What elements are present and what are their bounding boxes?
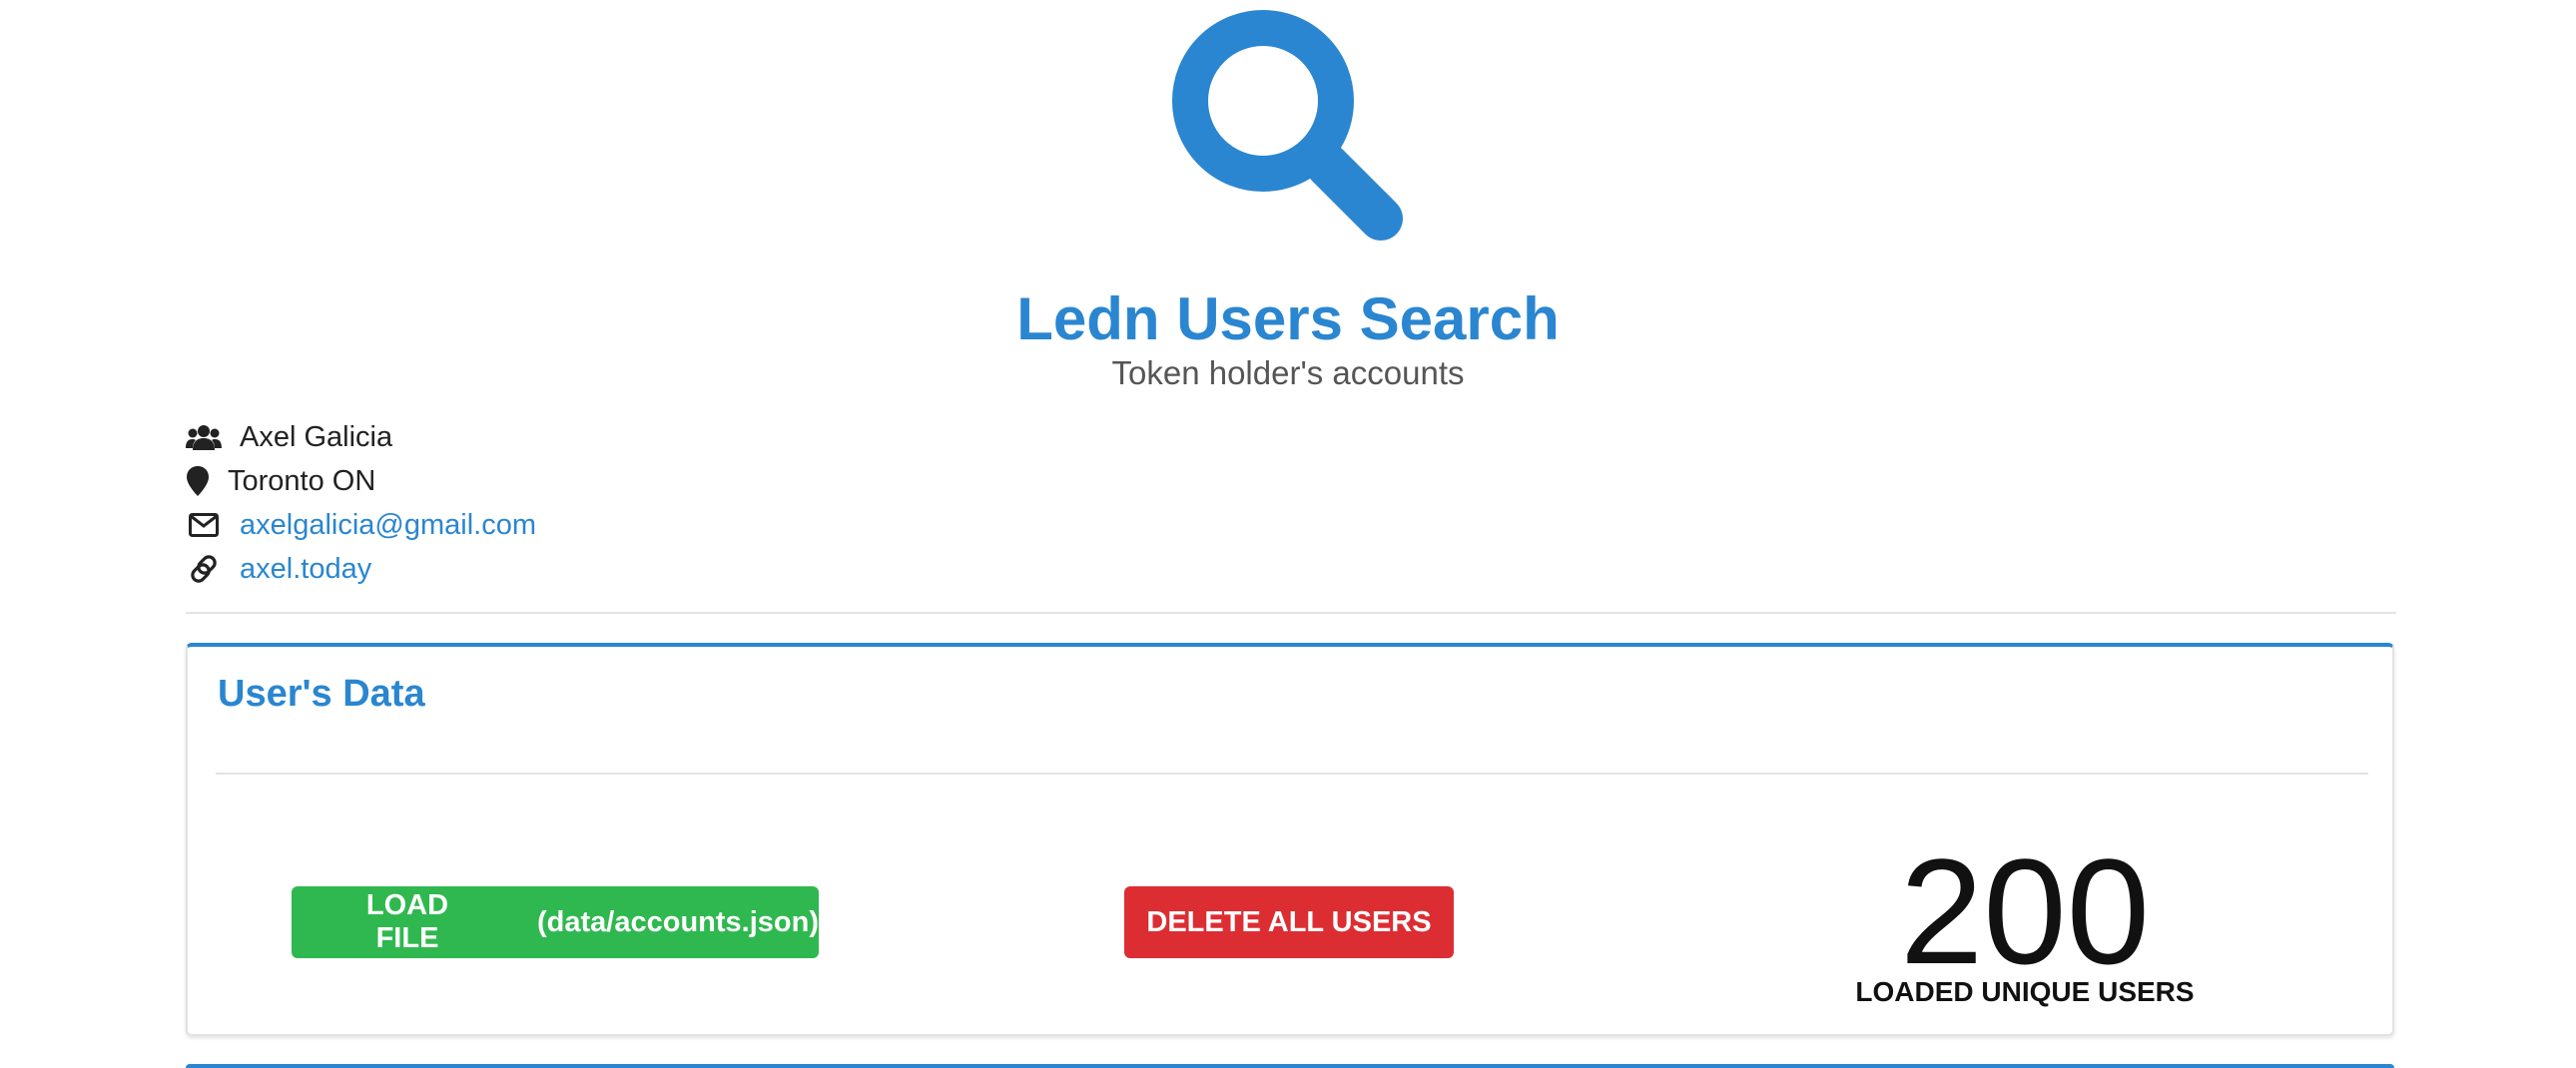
- load-file-button-path: (data/accounts.json): [537, 905, 819, 938]
- profile-location-row: Toronto ON: [186, 459, 536, 503]
- profile-email-row: axelgalicia@gmail.com: [186, 503, 536, 547]
- magnifier-icon: [1168, 6, 1408, 246]
- profile-website-row: axel.today: [186, 547, 536, 591]
- profile-location: Toronto ON: [228, 464, 376, 497]
- profile-email-link[interactable]: axelgalicia@gmail.com: [240, 509, 536, 542]
- load-file-button[interactable]: LOAD FILE (data/accounts.json): [292, 886, 819, 958]
- link-icon: [186, 554, 222, 584]
- users-icon: [186, 422, 222, 452]
- page-title: Ledn Users Search: [1016, 285, 1560, 352]
- page-subtitle: Token holder's accounts: [1111, 354, 1465, 391]
- loaded-users-count: 200: [1899, 827, 2151, 995]
- profile-website-link[interactable]: axel.today: [240, 553, 371, 586]
- section-divider: [186, 612, 2396, 614]
- card-divider: [216, 773, 2368, 775]
- delete-all-users-button[interactable]: DELETE ALL USERS: [1124, 886, 1454, 958]
- profile-name-row: Axel Galicia: [186, 415, 536, 459]
- envelope-icon: [186, 510, 222, 540]
- loaded-users-label: LOADED UNIQUE USERS: [1855, 976, 2195, 1007]
- page: Ledn Users Search Token holder's account…: [0, 0, 2576, 1068]
- users-data-card: User's Data LOAD FILE (data/accounts.jso…: [186, 643, 2394, 1036]
- profile-info: Axel Galicia Toronto ON axelgalicia@gmai…: [186, 415, 536, 591]
- load-file-button-label: LOAD FILE: [365, 889, 449, 954]
- card-title: User's Data: [218, 673, 425, 715]
- profile-name: Axel Galicia: [240, 420, 393, 453]
- map-marker-icon: [186, 466, 210, 496]
- next-card-top-border: [186, 1064, 2394, 1068]
